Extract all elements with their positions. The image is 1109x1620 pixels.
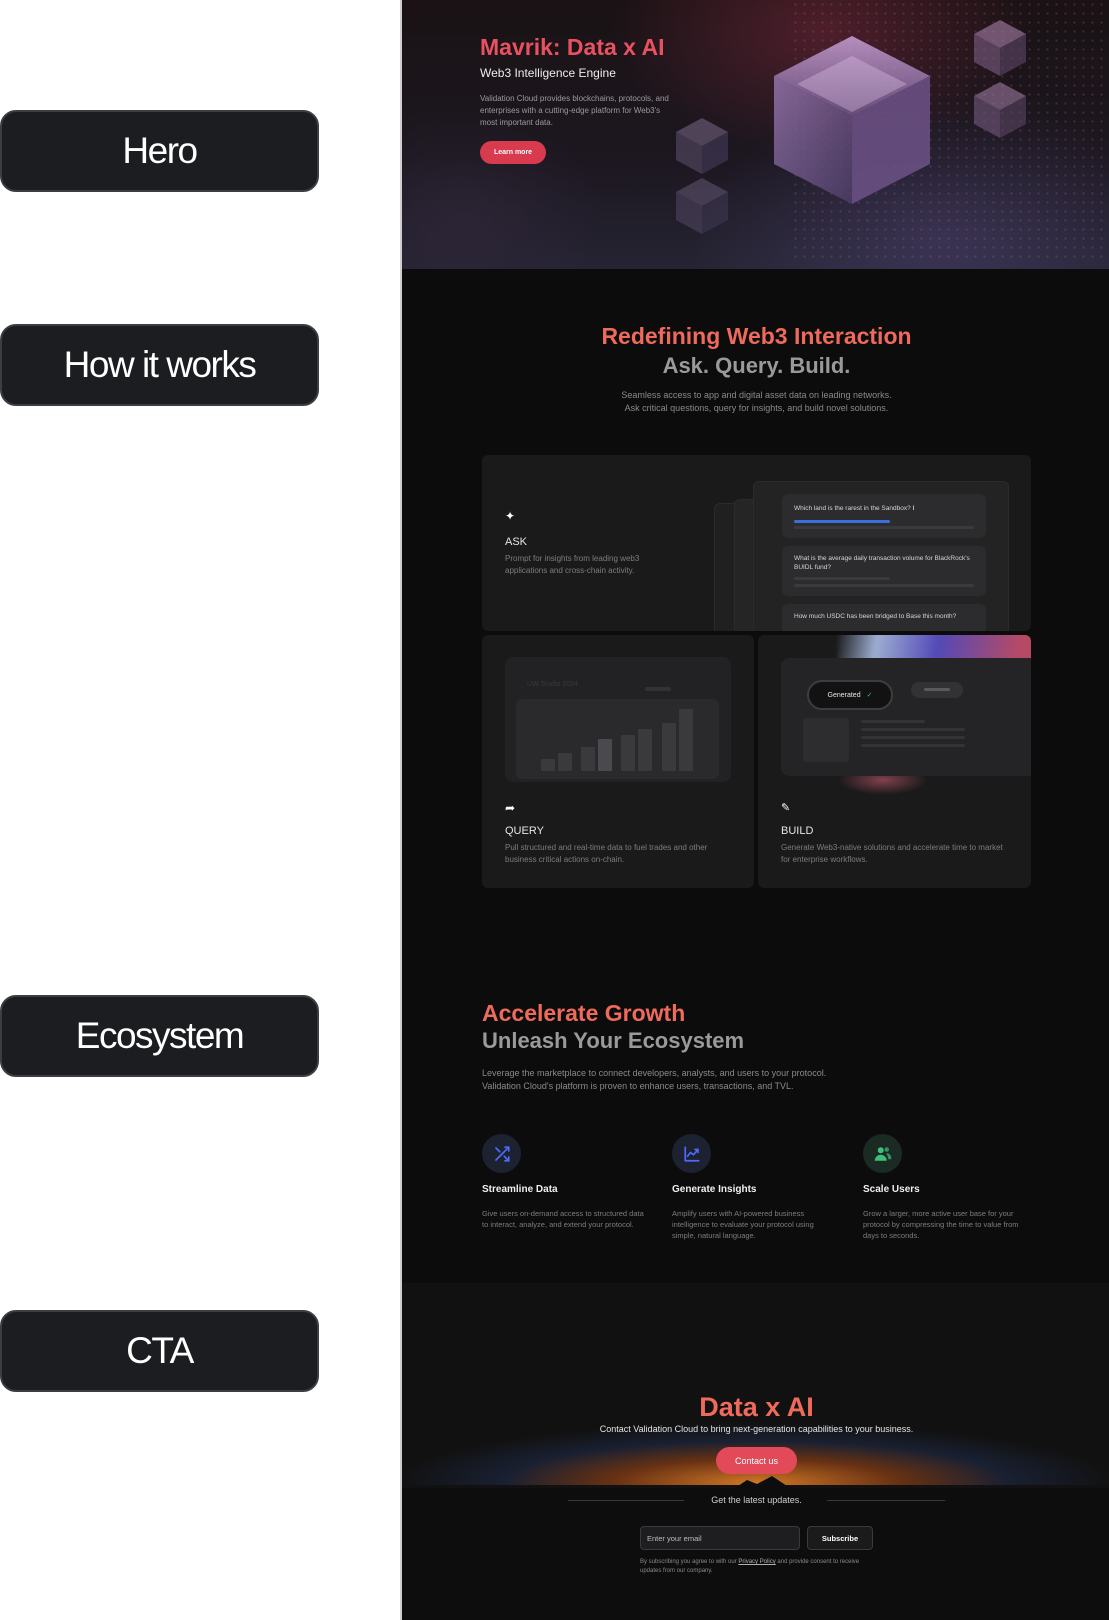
build-placeholder-line bbox=[861, 736, 965, 739]
how-title: Redefining Web3 Interaction bbox=[601, 323, 912, 349]
ask-question-item[interactable]: What is the average daily transaction vo… bbox=[782, 546, 986, 596]
feature-description: Give users on-demand access to structure… bbox=[482, 1209, 644, 1229]
subscribe-button[interactable]: Subscribe bbox=[807, 1526, 873, 1550]
cta-ground bbox=[402, 1488, 1109, 1620]
query-card: UW Studio 2024 ➦ QUERY Pull structured a… bbox=[482, 635, 754, 888]
ask-question-2: What is the average daily transaction vo… bbox=[794, 555, 970, 571]
small-cube-stack-left bbox=[676, 118, 728, 234]
build-card: Generated ✓ ✎ BUILD Generate Web3-native… bbox=[758, 635, 1031, 888]
eco-description-line-2: Validation Cloud's platform is proven to… bbox=[482, 1081, 794, 1091]
share-arrow-icon: ➦ bbox=[505, 801, 516, 815]
hero-section: Mavrik: Data x AI Web3 Intelligence Engi… bbox=[402, 0, 1109, 269]
annotation-hero-label: Hero bbox=[122, 130, 198, 171]
build-placeholder-line bbox=[861, 744, 965, 747]
eco-title: Accelerate Growth bbox=[482, 1000, 686, 1026]
query-title: QUERY bbox=[505, 825, 544, 837]
sparkle-icon: ✦ bbox=[505, 509, 516, 523]
ask-question-text: Which land is the rarest in the Sandbox?… bbox=[794, 504, 974, 513]
query-chart-pill bbox=[645, 687, 671, 691]
build-description: Generate Web3-native solutions and accel… bbox=[781, 843, 1003, 864]
feature-title: Generate Insights bbox=[672, 1184, 757, 1195]
annotation-how-it-works: How it works bbox=[0, 324, 319, 406]
query-chart bbox=[516, 699, 719, 779]
annotation-hero: Hero bbox=[0, 110, 319, 192]
query-chart-bar bbox=[598, 739, 612, 771]
feature-title: Scale Users bbox=[863, 1184, 920, 1195]
small-cube-stack-right bbox=[974, 20, 1026, 138]
text-cursor-icon: I bbox=[912, 505, 915, 512]
edit-icon: ✎ bbox=[781, 802, 791, 814]
legal-prefix: By subscribing you agree to with our bbox=[640, 1559, 739, 1565]
updates-label: Get the latest updates. bbox=[711, 1495, 802, 1505]
ask-placeholder-line bbox=[794, 584, 974, 587]
generated-badge-label: Generated bbox=[827, 691, 861, 699]
check-icon: ✓ bbox=[866, 692, 873, 699]
canvas: Hero How it works Ecosystem CTA Mavrik: … bbox=[0, 0, 1109, 1620]
ask-placeholder-line bbox=[794, 577, 890, 580]
email-input[interactable] bbox=[640, 1526, 800, 1550]
ask-question-panel: Which land is the rarest in the Sandbox?… bbox=[753, 481, 1009, 631]
ask-question-1: Which land is the rarest in the Sandbox? bbox=[794, 505, 911, 512]
build-toggle-pill-line bbox=[924, 688, 950, 691]
eco-description: Leverage the marketplace to connect deve… bbox=[482, 1067, 982, 1093]
build-placeholder-line bbox=[861, 728, 965, 731]
ask-placeholder-line bbox=[794, 526, 974, 529]
legal-notice: By subscribing you agree to with our Pri… bbox=[640, 1558, 880, 1576]
chart-line-icon bbox=[672, 1134, 711, 1173]
query-chart-bar bbox=[621, 735, 635, 771]
privacy-policy-link[interactable]: Privacy Policy bbox=[738, 1559, 775, 1565]
build-panel: Generated ✓ bbox=[781, 658, 1031, 776]
feature-description: Grow a larger, more active user base for… bbox=[863, 1209, 1019, 1240]
shuffle-icon bbox=[482, 1134, 521, 1173]
ask-question-item[interactable]: How much USDC has been bridged to Base t… bbox=[782, 604, 986, 631]
query-chart-label: UW Studio 2024 bbox=[527, 681, 578, 688]
how-description: Seamless access to app and digital asset… bbox=[402, 389, 1109, 415]
query-chart-panel: UW Studio 2024 bbox=[505, 657, 731, 782]
hero-title: Mavrik: Data x AI bbox=[480, 34, 665, 60]
feature-title: Streamline Data bbox=[482, 1184, 558, 1195]
cta-title: Data x AI bbox=[699, 1392, 814, 1422]
cta-description: Contact Validation Cloud to bring next-g… bbox=[599, 1424, 914, 1434]
users-icon bbox=[863, 1134, 902, 1173]
query-chart-bar bbox=[541, 759, 555, 771]
query-chart-bar bbox=[638, 729, 652, 771]
hero-description: Validation Cloud provides blockchains, p… bbox=[480, 94, 669, 127]
build-placeholder-line bbox=[861, 720, 925, 723]
ask-card: Which land is the rarest in the Sandbox?… bbox=[482, 455, 1031, 631]
ask-description: Prompt for insights from leading web3 ap… bbox=[505, 554, 640, 575]
annotation-cta-label: CTA bbox=[126, 1330, 194, 1371]
generated-badge: Generated ✓ bbox=[807, 680, 893, 710]
annotation-ecosystem-label: Ecosystem bbox=[75, 1015, 245, 1056]
annotation-cta: CTA bbox=[0, 1310, 319, 1392]
ask-question-3: How much USDC has been bridged to Base t… bbox=[794, 613, 957, 620]
feature-description: Amplify users with AI-powered business i… bbox=[672, 1209, 814, 1240]
ask-question-item[interactable]: Which land is the rarest in the Sandbox?… bbox=[782, 494, 986, 538]
learn-more-button[interactable]: Learn more bbox=[480, 141, 546, 164]
annotation-how-label: How it works bbox=[63, 344, 257, 385]
large-cube-graphic bbox=[774, 36, 930, 204]
how-description-line-1: Seamless access to app and digital asset… bbox=[621, 390, 892, 400]
contact-us-button[interactable]: Contact us bbox=[716, 1447, 797, 1474]
page-preview: Mavrik: Data x AI Web3 Intelligence Engi… bbox=[400, 0, 1109, 1620]
how-title-secondary: Ask. Query. Build. bbox=[662, 353, 851, 378]
ask-progress-bar bbox=[794, 520, 890, 523]
eco-title-secondary: Unleash Your Ecosystem bbox=[482, 1028, 745, 1053]
build-thumbnail bbox=[803, 718, 849, 762]
build-title: BUILD bbox=[781, 825, 814, 837]
build-toggle-pill bbox=[911, 682, 963, 698]
query-chart-bar bbox=[662, 723, 676, 771]
eco-description-line-1: Leverage the marketplace to connect deve… bbox=[482, 1068, 827, 1078]
query-chart-bar bbox=[679, 709, 693, 771]
query-chart-bar bbox=[558, 753, 572, 771]
query-chart-bar bbox=[581, 747, 595, 771]
query-description: Pull structured and real-time data to fu… bbox=[505, 843, 708, 864]
ask-title: ASK bbox=[505, 536, 528, 548]
how-description-line-2: Ask critical questions, query for insigh… bbox=[624, 403, 889, 413]
annotation-ecosystem: Ecosystem bbox=[0, 995, 319, 1077]
hero-subtitle: Web3 Intelligence Engine bbox=[480, 66, 616, 80]
